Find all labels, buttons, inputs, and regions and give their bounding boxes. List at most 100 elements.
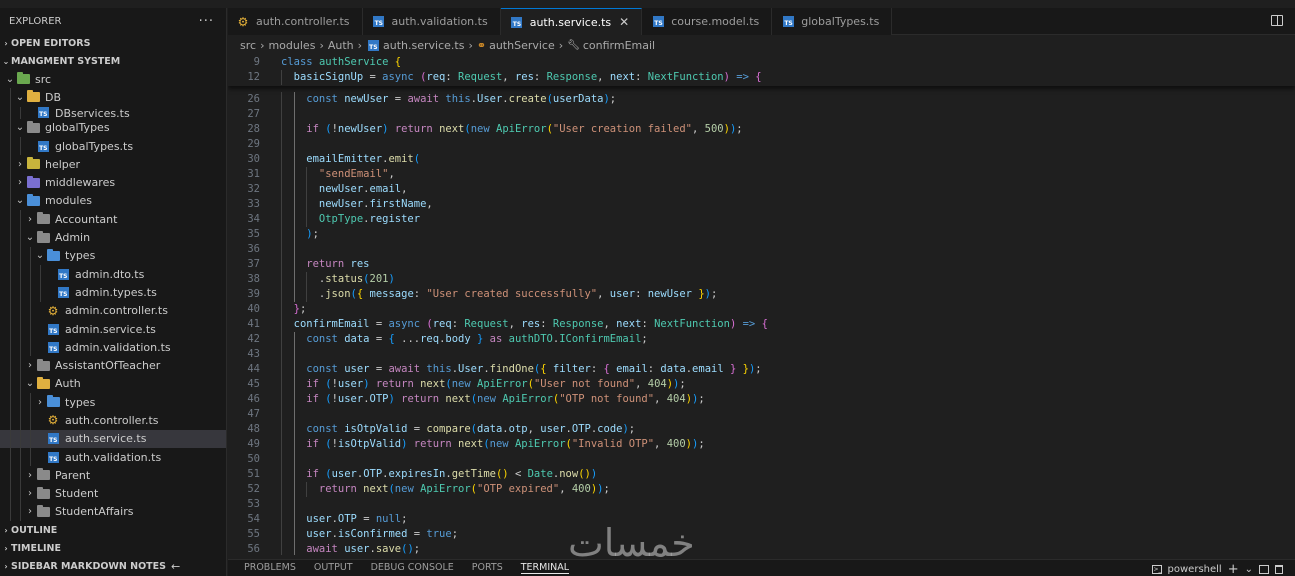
code-line[interactable]: 51 if (user.OTP.expiresIn.getTime() < Dat… [228, 467, 1295, 482]
code-token: Request [464, 318, 509, 330]
open-editors-section[interactable]: › OPEN EDITORS [0, 34, 226, 52]
tree-folder-student[interactable]: › Student [0, 484, 226, 503]
close-icon[interactable]: ✕ [619, 15, 629, 29]
folder-icon [36, 504, 50, 518]
indent-guide [30, 283, 31, 302]
tree-folder-auth[interactable]: ⌄ Auth [0, 374, 226, 394]
code-line[interactable]: 36 [228, 242, 1295, 257]
code-line[interactable]: 52 return next(new ApiError("OTP expired"… [228, 482, 1295, 497]
code-line[interactable]: 26 const newUser = await this.User.create… [228, 92, 1295, 107]
code-line[interactable]: 27 [228, 107, 1295, 122]
code-line[interactable]: 38 .status(201) [228, 272, 1295, 287]
tab-auth-controller-ts[interactable]: ⚙ auth.controller.ts [228, 8, 363, 35]
panel-tab-problems[interactable]: PROBLEMS [244, 562, 296, 574]
project-section[interactable]: ⌄ MANGMENT SYSTEM [0, 52, 226, 70]
sticky-scroll-header[interactable]: 9 class authService {12 basicSignUp = asyn… [228, 55, 1295, 86]
code-line[interactable]: 44 const user = await this.User.findOne({… [228, 362, 1295, 377]
panel-tab-debug-console[interactable]: DEBUG CONSOLE [371, 562, 454, 574]
code-line[interactable]: 40}; [228, 302, 1295, 317]
code-line[interactable]: 56 await user.save(); [228, 542, 1295, 555]
tree-folder-types[interactable]: ⌄ types [0, 246, 226, 265]
tree-folder-studentaffairs[interactable]: › StudentAffairs [0, 502, 226, 522]
code-line[interactable]: 12 basicSignUp = async (req: Request, res… [228, 70, 1295, 85]
code-line[interactable]: 32 newUser.email, [228, 182, 1295, 197]
code-line[interactable]: 45 if (!user) return next(new ApiError("U… [228, 377, 1295, 392]
code-line[interactable]: 29 [228, 137, 1295, 152]
split-terminal-icon[interactable] [1259, 565, 1269, 574]
tree-folder-db[interactable]: ⌄ DB [0, 88, 226, 107]
tab-globalTypes-ts[interactable]: TS globalTypes.ts [772, 8, 893, 35]
tree-file[interactable]: ›TSadmin.dto.ts [0, 264, 226, 284]
tree-folder-types[interactable]: › types [0, 393, 226, 412]
breadcrumb-item[interactable]: authService [489, 39, 555, 52]
tree-folder-modules[interactable]: ⌄ modules [0, 191, 226, 211]
tree-file[interactable]: ›TSDBservices.ts [0, 106, 226, 119]
tab-auth-service-ts[interactable]: TS auth.service.ts ✕ [500, 8, 643, 35]
breadcrumb-item[interactable]: auth.service.ts [383, 39, 464, 52]
tree-file[interactable]: ›⚙admin.controller.ts [0, 301, 226, 320]
more-actions-icon[interactable]: ··· [199, 14, 214, 29]
chevron-down-icon[interactable]: ⌄ [1245, 564, 1253, 575]
code-line[interactable]: 49 if (!isOtpValid) return next(new ApiEr… [228, 437, 1295, 452]
tree-folder-src[interactable]: ⌄ src [0, 70, 226, 88]
code-token: 400 [571, 483, 591, 495]
timeline-section[interactable]: › TIMELINE [0, 539, 226, 557]
tree-item-label: Accountant [55, 212, 118, 226]
tree-file[interactable]: ›TSadmin.types.ts [0, 283, 226, 302]
tree-folder-assistantofteacher[interactable]: › AssistantOfTeacher [0, 356, 226, 375]
breadcrumb-item[interactable]: modules [268, 39, 315, 52]
breadcrumb-item[interactable]: src [240, 39, 256, 52]
code-line[interactable]: 47 [228, 407, 1295, 422]
editor-tab-bar: ⚙ auth.controller.ts TS auth.validation.ts T… [228, 8, 1295, 35]
back-arrow-icon[interactable]: ← [171, 560, 180, 573]
code-editor[interactable]: 9 class authService {12 basicSignUp = asyn… [228, 55, 1295, 555]
code-line[interactable]: 9 class authService { [228, 55, 1295, 70]
panel-tab-ports[interactable]: PORTS [472, 562, 503, 574]
code-line[interactable]: 48 const isOtpValid = compare(data.otp, u… [228, 422, 1295, 437]
tree-file[interactable]: ›TSauth.validation.ts [0, 447, 226, 467]
code-line[interactable]: 39 .json({ message: "User created success… [228, 287, 1295, 302]
panel-tab-terminal[interactable]: TERMINAL [520, 562, 570, 574]
code-line[interactable]: 54 user.OTP = null; [228, 512, 1295, 527]
tab-course-model-ts[interactable]: TS course.model.ts [642, 8, 773, 35]
code-line[interactable]: 35); [228, 227, 1295, 242]
trash-icon[interactable] [1275, 565, 1283, 574]
tree-folder-helper[interactable]: › helper [0, 155, 226, 174]
breadcrumb-item[interactable]: Auth [328, 39, 354, 52]
code-line[interactable]: 41 confirmEmail = async (req: Request, re… [228, 317, 1295, 332]
outline-section[interactable]: › OUTLINE [0, 521, 226, 539]
markdown-notes-section[interactable]: › SIDEBAR MARKDOWN NOTES ← [0, 557, 226, 575]
tab-auth-validation-ts[interactable]: TS auth.validation.ts [362, 8, 501, 35]
code-line[interactable]: 30 emailEmitter.emit( [228, 152, 1295, 167]
tree-folder-globaltypes[interactable]: ⌄ globalTypes [0, 118, 226, 137]
code-token: , [527, 423, 541, 435]
panel-tab-output[interactable]: OUTPUT [314, 562, 353, 574]
tree-file[interactable]: ›TSadmin.validation.ts [0, 338, 226, 357]
code-token: findOne [489, 363, 534, 375]
tree-folder-admin[interactable]: ⌄ Admin [0, 228, 226, 247]
tree-folder-parent[interactable]: › Parent [0, 466, 226, 485]
code-line[interactable]: 42 const data = { ...req.body } as authDT… [228, 332, 1295, 347]
code-line[interactable]: 55 user.isConfirmed = true; [228, 527, 1295, 542]
tree-file[interactable]: ›⚙auth.controller.ts [0, 411, 226, 430]
code-line[interactable]: 37 return res [228, 257, 1295, 272]
tree-file[interactable]: ›TSadmin.service.ts [0, 319, 226, 339]
code-line[interactable]: 33 newUser.firstName, [228, 197, 1295, 212]
tree-folder-accountant[interactable]: › Accountant [0, 210, 226, 229]
tree-file[interactable]: ›TSauth.service.ts [0, 429, 226, 448]
code-token: user [337, 378, 364, 390]
tree-file[interactable]: ›TSglobalTypes.ts [0, 136, 226, 156]
split-editor-icon[interactable] [1271, 15, 1283, 26]
code-line[interactable]: 50 [228, 452, 1295, 467]
code-line[interactable]: 31 "sendEmail", [228, 167, 1295, 182]
terminal-name[interactable]: powershell [1168, 564, 1222, 575]
code-line[interactable]: 28 if (!newUser) return next(new ApiError… [228, 122, 1295, 137]
breadcrumb-item[interactable]: confirmEmail [583, 39, 655, 52]
add-terminal-icon[interactable]: + [1228, 562, 1239, 576]
file-tree: ⌄ src ⌄ DB › TS DBservices.ts ⌄ globalTypes › TS gl… [0, 70, 226, 522]
code-line[interactable]: 43 [228, 347, 1295, 362]
tree-folder-middlewares[interactable]: › middlewares [0, 173, 226, 192]
code-line[interactable]: 34 OtpType.register [228, 212, 1295, 227]
code-line[interactable]: 46 if (!user.OTP) return next(new ApiErro… [228, 392, 1295, 407]
code-line[interactable]: 53 [228, 497, 1295, 512]
